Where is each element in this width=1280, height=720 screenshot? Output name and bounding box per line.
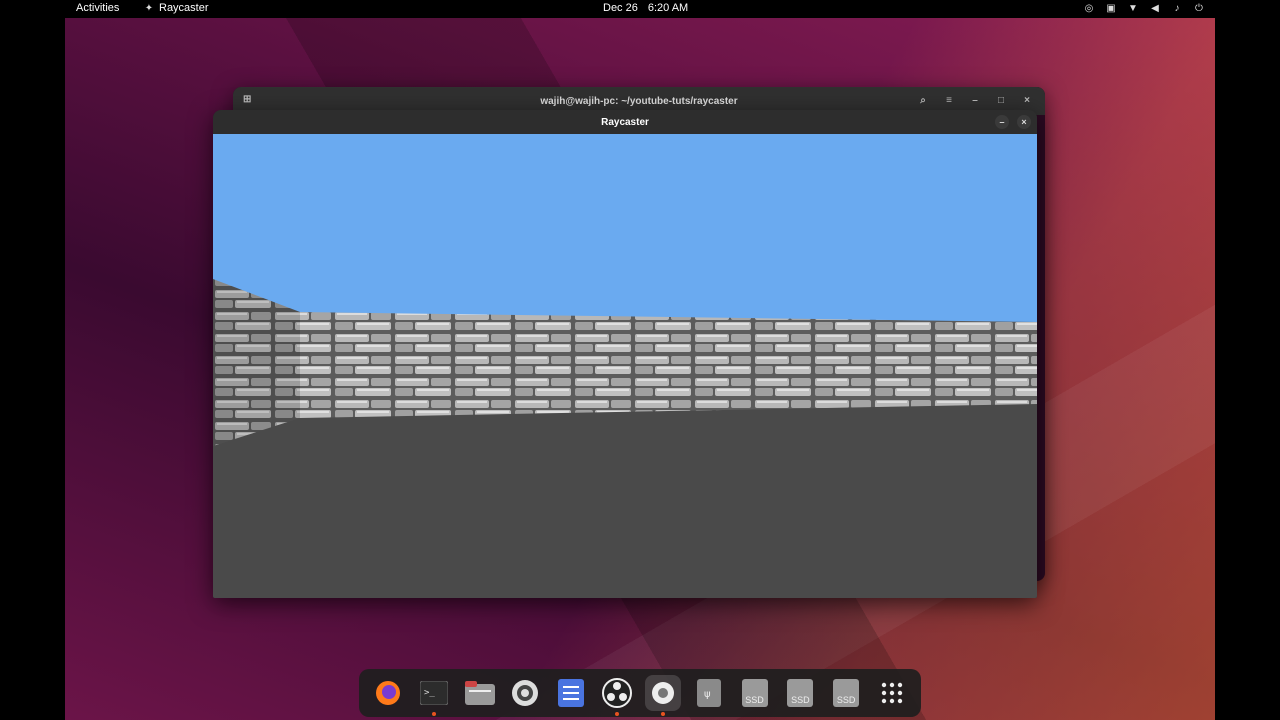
app-menu[interactable]: ✦ Raycaster xyxy=(143,2,209,14)
floor xyxy=(213,404,1037,598)
close-button[interactable]: × xyxy=(1019,93,1035,109)
clipboard-icon[interactable]: ▣ xyxy=(1105,2,1117,14)
dock-ssd-1[interactable]: SSD xyxy=(737,675,773,711)
wifi-icon[interactable]: ▼ xyxy=(1127,2,1139,14)
sky xyxy=(213,134,1037,324)
running-indicator xyxy=(431,712,436,716)
minimize-button[interactable]: – xyxy=(995,115,1009,129)
dock-ssd-3[interactable]: SSD xyxy=(828,675,864,711)
dock-firefox[interactable] xyxy=(370,675,406,711)
microphone-icon[interactable]: ♪ xyxy=(1171,2,1183,14)
menu-icon[interactable]: ≡ xyxy=(941,93,957,109)
status-area[interactable]: ◎ ▣ ▼ ◀ ♪ ⏻ xyxy=(1083,2,1205,14)
power-icon[interactable]: ⏻ xyxy=(1193,2,1205,14)
running-indicator xyxy=(660,712,665,716)
dock-usb[interactable]: ψ xyxy=(691,675,727,711)
dock-files[interactable] xyxy=(462,675,498,711)
close-button[interactable]: × xyxy=(1017,115,1031,129)
dock-settings[interactable] xyxy=(507,675,543,711)
raycaster-app-icon xyxy=(651,682,674,704)
terminal-icon: >_ xyxy=(419,681,448,705)
dock-obs[interactable] xyxy=(599,675,635,716)
svg-text:>_: >_ xyxy=(424,688,435,698)
minimize-button[interactable]: – xyxy=(967,93,983,109)
search-icon[interactable]: ⌕ xyxy=(915,93,931,109)
ssd-drive-icon: SSD xyxy=(833,679,860,707)
raycaster-scene xyxy=(213,134,1037,598)
dock-show-apps[interactable] xyxy=(874,675,910,711)
wall-front xyxy=(300,312,1037,418)
raycaster-window[interactable]: Raycaster – × xyxy=(213,110,1037,598)
usb-drive-icon: ψ xyxy=(696,679,721,707)
game-viewport[interactable] xyxy=(213,134,1037,598)
tasks-icon xyxy=(558,679,585,707)
settings-icon xyxy=(512,680,539,706)
running-indicator xyxy=(615,712,620,716)
volume-icon[interactable]: ◀ xyxy=(1149,2,1161,14)
show-apps-icon xyxy=(881,682,903,704)
dock: >_ ψ SSD SSD SSD xyxy=(359,669,921,717)
dock-tasks[interactable] xyxy=(553,675,589,711)
dock-ssd-2[interactable]: SSD xyxy=(782,675,818,711)
desktop: Activities ✦ Raycaster Dec 26 6:20 AM ◎ … xyxy=(65,0,1215,720)
firefox-icon xyxy=(375,681,400,705)
maximize-button[interactable]: □ xyxy=(993,93,1009,109)
dock-terminal[interactable]: >_ xyxy=(416,675,452,716)
top-bar: Activities ✦ Raycaster Dec 26 6:20 AM ◎ … xyxy=(65,0,1215,18)
raycaster-title: Raycaster xyxy=(601,117,649,128)
activities-button[interactable]: Activities xyxy=(76,2,119,14)
clock[interactable]: Dec 26 6:20 AM xyxy=(603,2,688,14)
ssd-drive-icon: SSD xyxy=(741,679,768,707)
svg-text:ψ: ψ xyxy=(704,689,711,700)
obs-icon xyxy=(602,678,633,708)
raycaster-titlebar[interactable]: Raycaster – × xyxy=(213,110,1037,134)
app-icon: ✦ xyxy=(144,2,154,14)
dock-raycaster[interactable] xyxy=(644,675,681,716)
ssd-drive-icon: SSD xyxy=(787,679,814,707)
color-picker-icon[interactable]: ◎ xyxy=(1083,2,1095,14)
files-icon xyxy=(464,681,495,705)
